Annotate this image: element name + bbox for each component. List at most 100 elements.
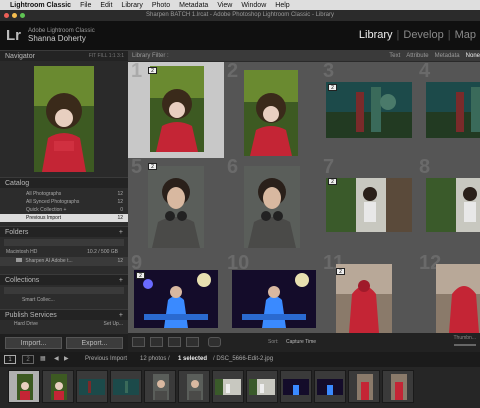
filter-none[interactable]: None — [466, 50, 480, 62]
collections-header[interactable]: Collections + — [0, 274, 128, 285]
compare-view-icon[interactable] — [168, 337, 181, 347]
lightroom-logo: Lr — [6, 27, 21, 44]
photo-thumbnail — [426, 178, 480, 232]
module-library[interactable]: Library — [355, 29, 397, 41]
menu-help[interactable]: Help — [275, 2, 289, 9]
module-picker: Library | Develop | Map — [355, 29, 480, 41]
filmstrip-source[interactable]: Previous Import — [85, 352, 127, 367]
stack-badge[interactable]: 2 — [148, 67, 157, 74]
filmstrip-thumb[interactable] — [76, 370, 108, 403]
filmstrip-thumb-image — [357, 374, 373, 400]
stack-badge[interactable]: 2 — [148, 163, 157, 170]
grid-cell[interactable]: 3 2 — [320, 62, 416, 158]
grid-cell[interactable]: 1 2 — [128, 62, 224, 158]
filter-text[interactable]: Text — [389, 50, 400, 62]
navigator-preview[interactable] — [0, 61, 128, 177]
filmstrip-thumb[interactable] — [178, 370, 210, 403]
cell-index: 1 — [131, 62, 143, 82]
menu-metadata[interactable]: Metadata — [179, 2, 208, 9]
menu-file[interactable]: File — [80, 2, 91, 9]
module-map[interactable]: Map — [451, 29, 480, 41]
grid-view-icon[interactable] — [132, 337, 145, 347]
back-arrow-icon[interactable]: ◀ — [54, 352, 59, 367]
import-button[interactable]: Import... — [5, 337, 62, 349]
catalog-row-all-synced[interactable]: All Synced Photographs 12 — [0, 198, 128, 206]
publish-service-row[interactable]: Hard Drive Set Up... — [0, 320, 128, 329]
filmstrip-thumb[interactable] — [8, 370, 40, 403]
collection-filter-bar[interactable] — [4, 287, 124, 294]
volume-macintosh-hd[interactable]: Macintosh HD 10.2 / 500 GB — [0, 248, 128, 257]
grid-cell[interactable]: 6 — [224, 158, 320, 254]
collection-row[interactable]: Smart Collec... — [0, 296, 128, 305]
forward-arrow-icon[interactable]: ▶ — [64, 352, 69, 367]
page-1-button[interactable]: 1 — [4, 355, 16, 364]
catalog-row-label: All Synced Photographs — [26, 199, 80, 205]
folders-header[interactable]: Folders + — [0, 226, 128, 237]
survey-view-icon[interactable] — [186, 337, 199, 347]
grid-toggle-icon[interactable]: ▦ — [40, 352, 46, 367]
navigator-header[interactable]: Navigator FIT FILL 1:1 3:1 — [0, 50, 128, 61]
filmstrip-thumb-image — [51, 374, 67, 400]
menu-bar: Lightroom Classic File Edit Library Phot… — [0, 0, 480, 10]
filmstrip-thumb[interactable] — [314, 370, 346, 403]
filmstrip-thumb[interactable] — [246, 370, 278, 403]
app-menu[interactable]: Lightroom Classic — [10, 2, 71, 9]
stack-badge[interactable]: 2 — [328, 84, 337, 91]
painter-icon[interactable] — [208, 337, 221, 347]
photo-thumbnail — [426, 82, 480, 138]
photo-thumbnail — [148, 166, 204, 248]
grid-toolbar: Sort: Capture Time Thumbn... — [128, 333, 480, 352]
stack-badge[interactable]: 2 — [336, 268, 345, 275]
grid-cell[interactable]: 7 2 — [320, 158, 416, 254]
catalog-row-previous-import[interactable]: Previous Import 12 — [0, 214, 128, 222]
volume-label: Macintosh HD — [6, 249, 38, 255]
menu-library[interactable]: Library — [121, 2, 142, 9]
catalog-row-count: 0 — [120, 207, 123, 213]
window-title: Sharpen BATCH 1.lrcat - Adobe Photoshop … — [146, 12, 334, 18]
add-collection-button[interactable]: + — [119, 275, 123, 286]
catalog-row-all-photographs[interactable]: All Photographs 12 — [0, 190, 128, 198]
grid-cell[interactable]: 8 — [416, 158, 480, 254]
filmstrip-thumb[interactable] — [348, 370, 380, 403]
page-2-button[interactable]: 2 — [22, 355, 34, 364]
menu-photo[interactable]: Photo — [152, 2, 170, 9]
folder-row[interactable]: Sharpen AI Adobe t... 12 — [0, 257, 128, 266]
close-window-button[interactable] — [4, 13, 9, 18]
filter-attribute[interactable]: Attribute — [406, 50, 428, 62]
publish-services-header[interactable]: Publish Services + — [0, 309, 128, 320]
publish-services-title: Publish Services — [5, 312, 57, 319]
zoom-window-button[interactable] — [20, 13, 25, 18]
sort-dropdown[interactable]: Capture Time — [286, 339, 316, 345]
grid-cell[interactable]: 2 — [224, 62, 320, 158]
filmstrip-thumb[interactable] — [144, 370, 176, 403]
filmstrip-thumb[interactable] — [42, 370, 74, 403]
filmstrip-thumb[interactable] — [382, 370, 414, 403]
catalog-header[interactable]: Catalog — [0, 177, 128, 188]
module-develop[interactable]: Develop — [399, 29, 447, 41]
menu-view[interactable]: View — [217, 2, 232, 9]
window-controls — [4, 13, 25, 18]
library-filter-options: Text Attribute Metadata None — [389, 50, 480, 62]
catalog-title: Catalog — [5, 180, 30, 187]
folders-title: Folders — [5, 229, 29, 236]
grid-cell[interactable]: 5 2 — [128, 158, 224, 254]
filmstrip-thumb[interactable] — [280, 370, 312, 403]
minimize-window-button[interactable] — [12, 13, 17, 18]
stack-badge[interactable]: 2 — [136, 272, 145, 279]
catalog-row-label: All Photographs — [26, 191, 62, 197]
add-folder-button[interactable]: + — [119, 227, 123, 238]
collections-title: Collections — [5, 277, 40, 284]
filmstrip-thumb[interactable] — [212, 370, 244, 403]
folder-filter-bar[interactable] — [4, 239, 124, 246]
filter-metadata[interactable]: Metadata — [435, 50, 460, 62]
grid-cell[interactable]: 4 — [416, 62, 480, 158]
thumbnail-size-slider[interactable] — [454, 344, 476, 346]
stack-badge[interactable]: 2 — [328, 178, 337, 185]
export-button[interactable]: Export... — [66, 337, 123, 349]
publish-setup-link[interactable]: Set Up... — [104, 320, 123, 329]
menu-window[interactable]: Window — [241, 2, 266, 9]
catalog-row-quick-collection[interactable]: Quick Collection + 0 — [0, 206, 128, 214]
loupe-view-icon[interactable] — [150, 337, 163, 347]
filmstrip-thumb[interactable] — [110, 370, 142, 403]
menu-edit[interactable]: Edit — [100, 2, 112, 9]
